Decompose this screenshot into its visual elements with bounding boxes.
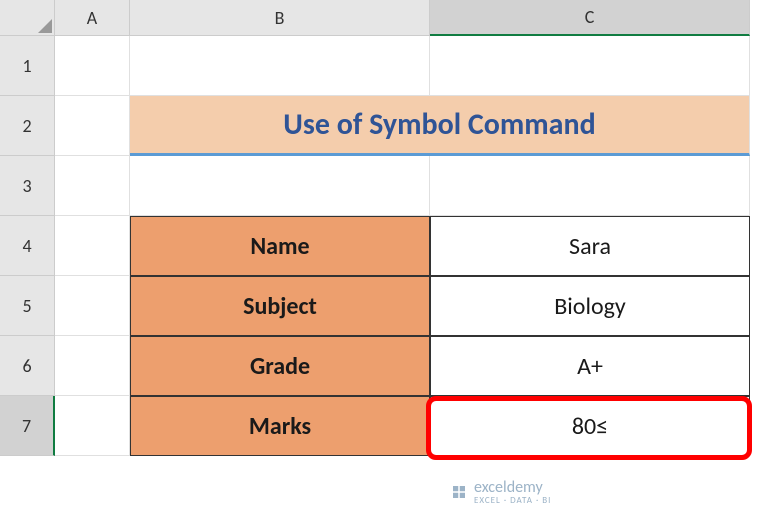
label-subject[interactable]: Subject [130, 276, 430, 336]
row-header-4[interactable]: 4 [0, 216, 55, 276]
label-grade[interactable]: Grade [130, 336, 430, 396]
col-header-a[interactable]: A [55, 0, 130, 36]
row-header-7[interactable]: 7 [0, 396, 55, 456]
row-header-6[interactable]: 6 [0, 336, 55, 396]
cell-a1[interactable] [55, 36, 130, 96]
cell-a6[interactable] [55, 336, 130, 396]
select-all-corner[interactable] [0, 0, 55, 36]
cell-b3[interactable] [130, 156, 430, 216]
cell-a5[interactable] [55, 276, 130, 336]
watermark-tagline: EXCEL · DATA · BI [474, 495, 551, 506]
row-header-5[interactable]: 5 [0, 276, 55, 336]
col-header-b[interactable]: B [130, 0, 430, 36]
label-name[interactable]: Name [130, 216, 430, 276]
cell-a3[interactable] [55, 156, 130, 216]
cell-b1[interactable] [130, 36, 430, 96]
label-marks[interactable]: Marks [130, 396, 430, 456]
col-header-c[interactable]: C [430, 0, 750, 36]
cell-a2[interactable] [55, 96, 130, 156]
value-name[interactable]: Sara [430, 216, 750, 276]
value-grade[interactable]: A+ [430, 336, 750, 396]
row-header-2[interactable]: 2 [0, 96, 55, 156]
cell-a4[interactable] [55, 216, 130, 276]
row-header-3[interactable]: 3 [0, 156, 55, 216]
watermark-icon [450, 483, 468, 501]
row-header-1[interactable]: 1 [0, 36, 55, 96]
watermark: exceldemy EXCEL · DATA · BI [450, 478, 551, 506]
value-marks[interactable]: 80≤ [430, 396, 750, 456]
cell-c3[interactable] [430, 156, 750, 216]
spreadsheet-grid: A B C 1 2 Use of Symbol Command 3 4 Name… [0, 0, 768, 456]
cell-a7[interactable] [55, 396, 130, 456]
value-subject[interactable]: Biology [430, 276, 750, 336]
title-cell[interactable]: Use of Symbol Command [130, 96, 750, 156]
cell-c1[interactable] [430, 36, 750, 96]
